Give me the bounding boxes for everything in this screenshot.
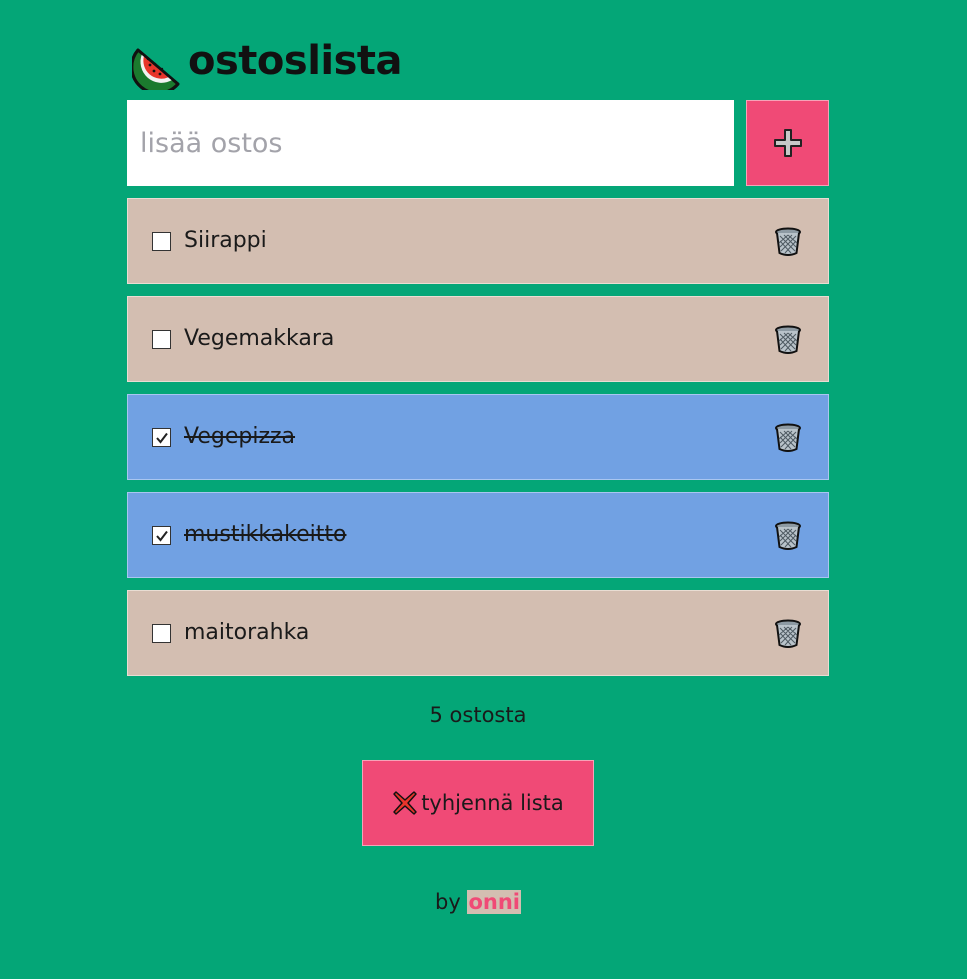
- item-checkbox[interactable]: [152, 624, 171, 643]
- footer: by onni: [127, 890, 829, 914]
- wastebasket-icon[interactable]: [774, 619, 802, 649]
- app-header: ostoslista: [132, 36, 403, 90]
- wastebasket-icon[interactable]: [774, 521, 802, 551]
- item-checkbox[interactable]: [152, 428, 171, 447]
- app-title: ostoslista: [188, 38, 403, 84]
- list-item: Siirappi: [127, 198, 829, 284]
- item-checkbox[interactable]: [152, 330, 171, 349]
- clear-list-button[interactable]: tyhjennä lista: [362, 760, 594, 846]
- list-item: Vegemakkara: [127, 296, 829, 382]
- plus-icon: [773, 129, 802, 157]
- add-item-input[interactable]: [127, 100, 734, 186]
- clear-list-label: tyhjennä lista: [421, 791, 564, 815]
- item-label: mustikkakeitto: [184, 522, 347, 547]
- list-item: maitorahka: [127, 590, 829, 676]
- checkmark-icon: [155, 530, 168, 542]
- cross-mark-icon: [393, 791, 417, 815]
- item-checkbox[interactable]: [152, 232, 171, 251]
- item-checkbox[interactable]: [152, 526, 171, 545]
- list-item: mustikkakeitto: [127, 492, 829, 578]
- add-item-button[interactable]: [746, 100, 829, 186]
- item-label: Siirappi: [184, 228, 267, 253]
- list-item: Vegepizza: [127, 394, 829, 480]
- wastebasket-icon[interactable]: [774, 423, 802, 453]
- footer-prefix: by: [435, 890, 461, 914]
- checkmark-icon: [155, 432, 168, 444]
- add-item-form: [127, 100, 829, 186]
- wastebasket-icon[interactable]: [774, 325, 802, 355]
- item-label: maitorahka: [184, 620, 310, 645]
- author-link[interactable]: onni: [467, 890, 521, 914]
- item-count: 5 ostosta: [429, 703, 527, 727]
- wastebasket-icon[interactable]: [774, 227, 802, 257]
- item-label: Vegepizza: [184, 424, 296, 449]
- watermelon-icon: [132, 48, 180, 90]
- item-label: Vegemakkara: [184, 326, 335, 351]
